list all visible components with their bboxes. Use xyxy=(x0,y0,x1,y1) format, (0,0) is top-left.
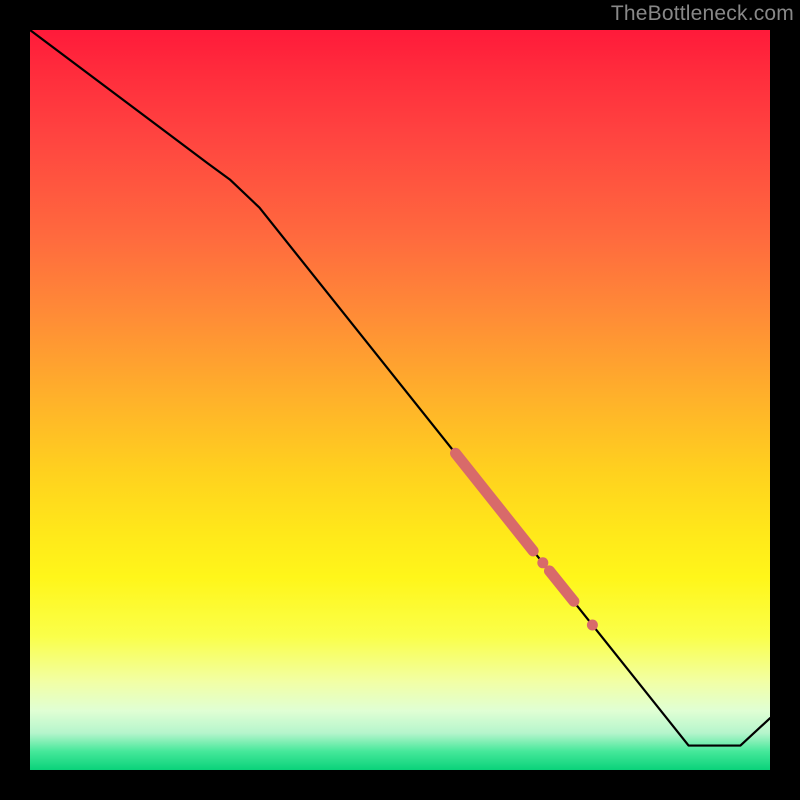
chart-svg xyxy=(30,30,770,770)
chart-highlights xyxy=(456,453,598,630)
chart-plot-area xyxy=(30,30,770,770)
watermark-text: TheBottleneck.com xyxy=(611,2,794,26)
chart-curve xyxy=(30,30,770,746)
